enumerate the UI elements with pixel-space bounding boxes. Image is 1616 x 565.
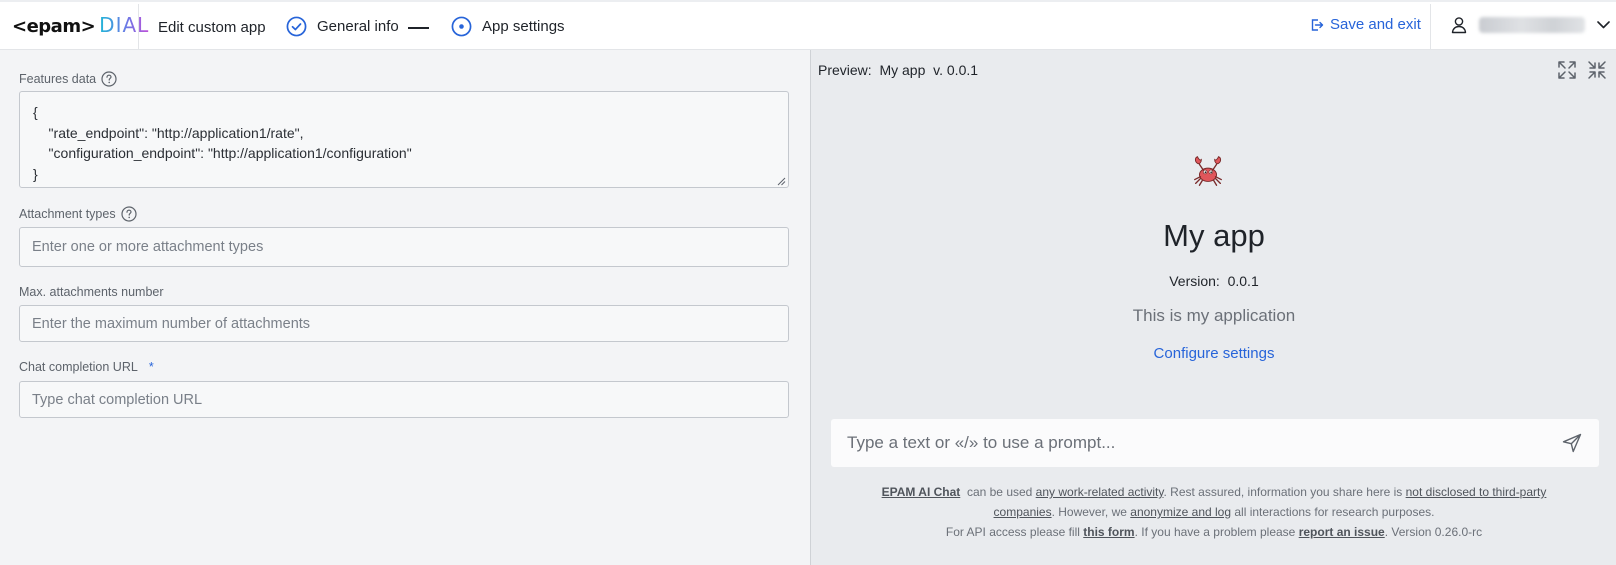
header-divider [138, 4, 139, 50]
top-header: <epam> DIAL Edit custom app General info… [0, 0, 1616, 50]
footer-text: . Rest assured, information you share he… [1163, 485, 1406, 499]
collapse-icon[interactable] [1586, 59, 1608, 81]
logo-epam: <epam> [12, 16, 96, 37]
app-version: Version: 0.0.1 [1169, 273, 1259, 289]
footer-text: . Version 0.26.0-rc [1384, 525, 1483, 539]
app-name: My app [1163, 218, 1265, 253]
app-description: This is my application [1132, 306, 1296, 325]
completion-url-input[interactable] [19, 381, 789, 418]
user-icon [1451, 17, 1467, 34]
exit-icon [1311, 18, 1324, 31]
step-label: App settings [482, 18, 565, 35]
current-step-icon [451, 16, 472, 37]
step-connector [408, 27, 429, 29]
user-menu[interactable] [1451, 16, 1610, 34]
features-data-label-text: Features data [19, 72, 97, 86]
features-data-textarea[interactable]: { "rate_endpoint": "http://application1/… [19, 91, 789, 188]
footer-anonymize-link[interactable]: anonymize and log [1130, 505, 1231, 519]
help-icon[interactable] [120, 206, 137, 222]
check-circle-icon [286, 16, 307, 37]
preview-title: Preview: My app v. 0.0.1 [818, 62, 979, 78]
send-icon[interactable] [1561, 432, 1583, 454]
prompt-input[interactable] [847, 433, 1561, 453]
attachment-types-label-text: Attachment types [19, 207, 116, 221]
footer-text: . If you have a problem please [1134, 525, 1299, 539]
features-data-label: Features data [19, 71, 117, 87]
attachment-types-input[interactable] [19, 227, 789, 267]
prompt-box [831, 419, 1599, 467]
attachment-types-label: Attachment types [19, 206, 137, 222]
help-icon[interactable] [101, 71, 117, 87]
crab-icon [1194, 156, 1222, 186]
save-and-exit-label: Save and exit [1330, 16, 1421, 33]
step-general-info[interactable]: General info [286, 16, 399, 37]
required-asterisk: * [148, 360, 154, 374]
footer-report-issue-link[interactable]: report an issue [1299, 525, 1385, 539]
user-name-blurred [1479, 17, 1585, 33]
settings-form: Features data { "rate_endpoint": "http:/… [0, 50, 810, 565]
expand-icon[interactable] [1556, 59, 1578, 81]
footer-text: . However, we [1051, 505, 1131, 519]
step-label: General info [317, 18, 399, 35]
footer-work-link[interactable]: any work-related activity [1036, 485, 1164, 499]
max-attachments-label: Max. attachments number [19, 285, 164, 299]
epam-dial-logo[interactable]: <epam> DIAL [12, 13, 149, 39]
completion-url-label-text: Chat completion URL [19, 360, 138, 374]
header-divider [1430, 4, 1431, 50]
resize-handle-icon[interactable] [777, 177, 786, 186]
footer-text: For API access please fill [945, 525, 1084, 539]
footer-text: all interactions for research purposes. [1231, 505, 1435, 519]
footer-text: can be used [960, 485, 1036, 499]
footer-disclaimer: EPAM AI Chat can be used any work-relate… [851, 482, 1577, 542]
completion-url-label: Chat completion URL * [19, 360, 154, 374]
max-attachments-input[interactable] [19, 305, 789, 342]
footer-form-link[interactable]: this form [1083, 525, 1134, 539]
preview-panel: Preview: My app v. 0.0.1 My app Version:… [810, 50, 1616, 565]
chevron-down-icon [1597, 21, 1610, 29]
save-and-exit-button[interactable]: Save and exit [1310, 16, 1421, 33]
configure-settings-link[interactable]: Configure settings [811, 345, 1616, 362]
step-app-settings[interactable]: App settings [451, 16, 565, 37]
logo-dial: DIAL [99, 13, 150, 37]
page-title: Edit custom app [158, 19, 266, 36]
footer-brand-link[interactable]: EPAM AI Chat [882, 485, 961, 499]
